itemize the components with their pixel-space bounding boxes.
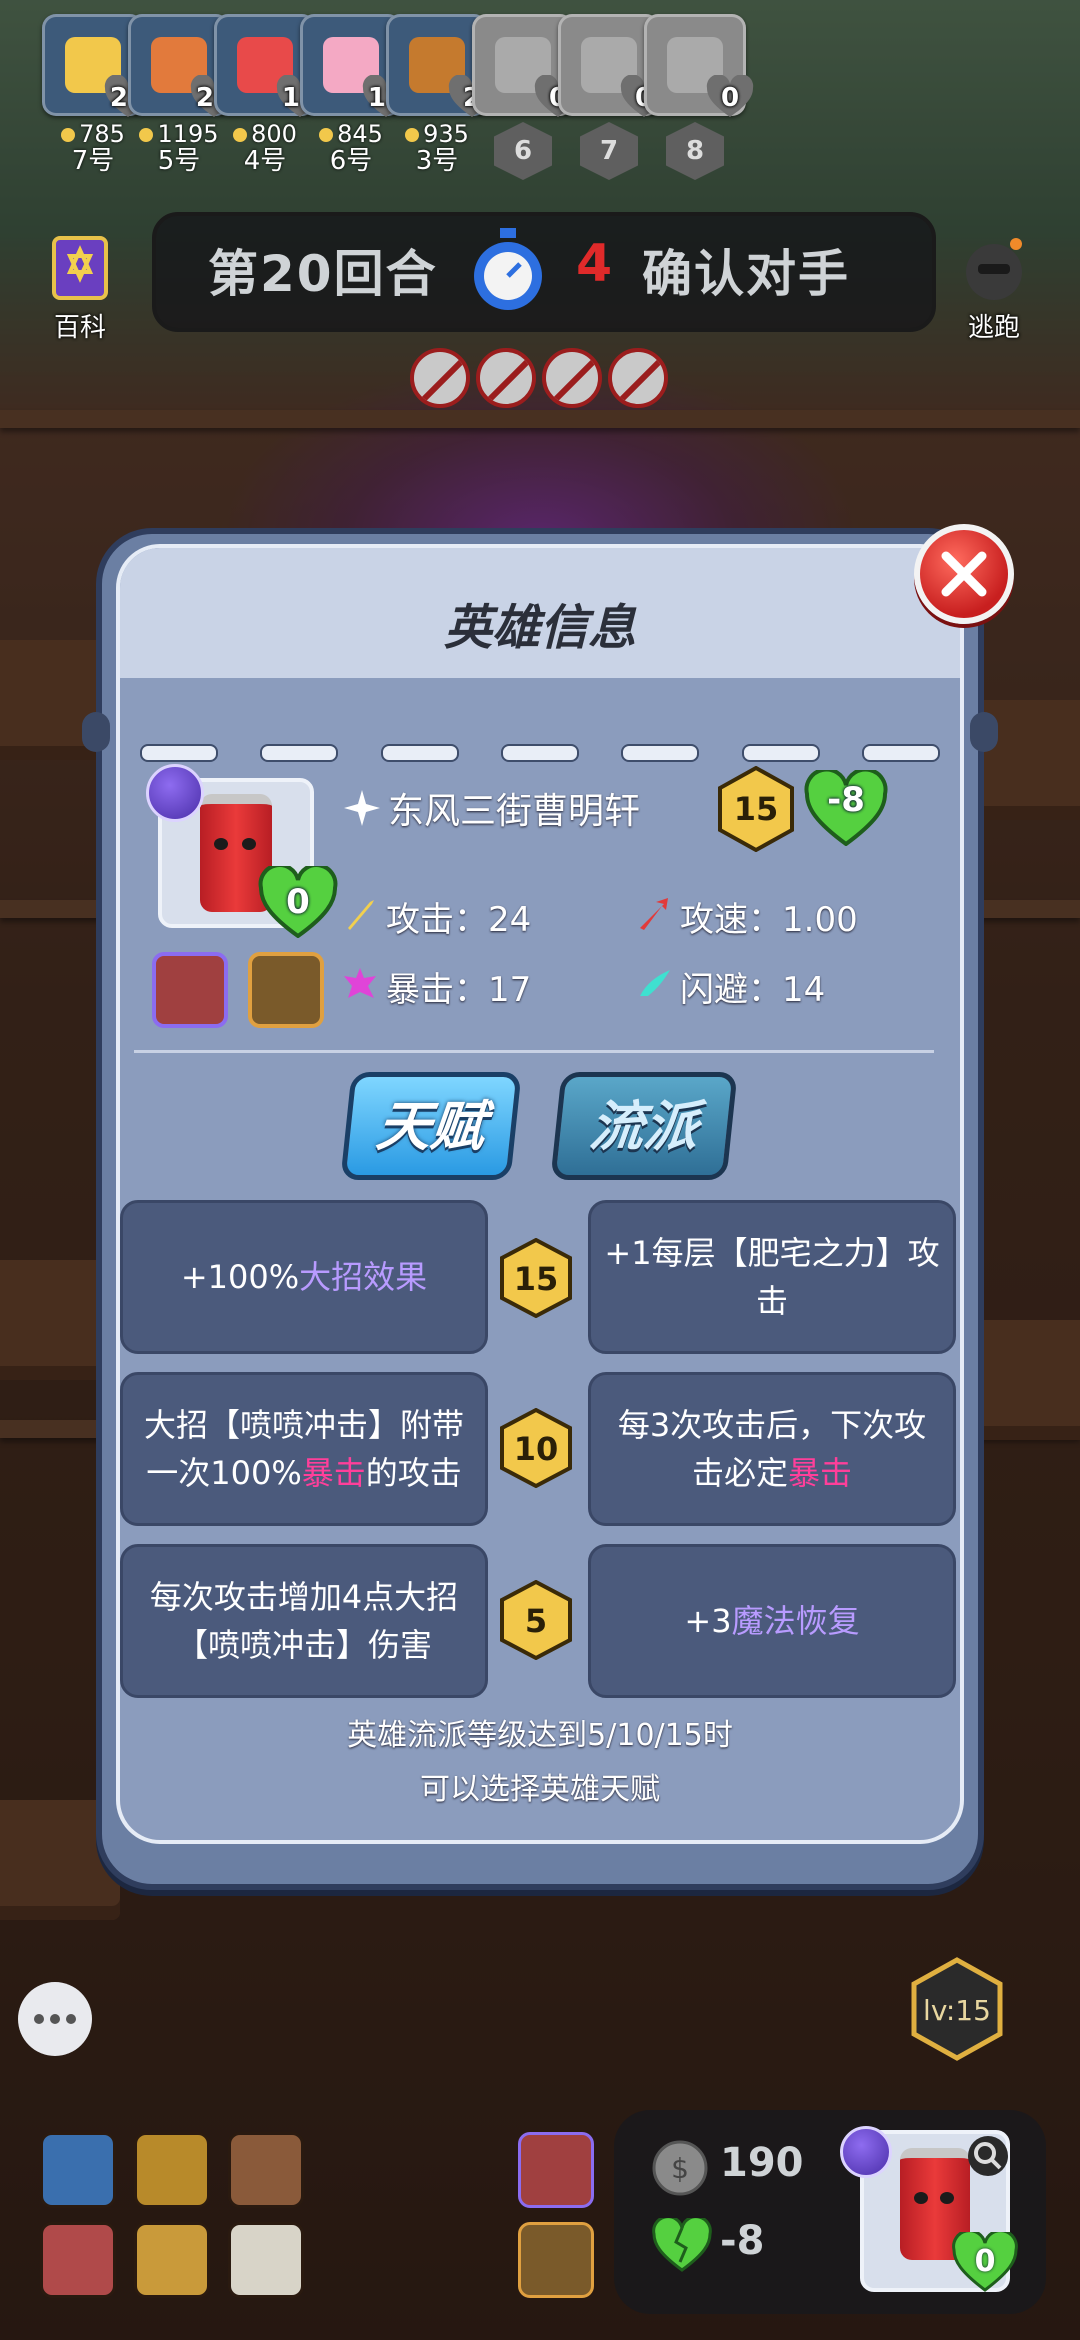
damage-heart-icon [804, 770, 888, 846]
player-hp-value: -8 [720, 2218, 765, 2264]
talent-option-right[interactable]: +3魔法恢复 [588, 1544, 956, 1698]
banned-item-icon [410, 348, 470, 408]
close-icon [941, 551, 987, 597]
shell-item-icon[interactable] [134, 2222, 210, 2298]
perforation-divider [140, 744, 940, 762]
card-hp: 0 [974, 2244, 996, 2279]
trophy-item-icon[interactable] [134, 2132, 210, 2208]
chest-item-icon[interactable] [228, 2132, 304, 2208]
rank-shield-icon: 6 [494, 122, 552, 180]
talent-note-line1: 英雄流派等级达到5/10/15时 [347, 1718, 733, 1753]
wiki-label: 百科 [53, 313, 106, 343]
rank-shield-icon: 8 [666, 122, 724, 180]
speed-arrow-icon [640, 898, 668, 930]
equipped-item-slot[interactable] [248, 952, 324, 1028]
crit-burst-icon [344, 968, 376, 998]
coin-icon: $ [652, 2140, 708, 2196]
section-divider [134, 1050, 934, 1053]
ticket-notch [970, 712, 998, 752]
tier-hex-icon [500, 1238, 572, 1318]
sparkle-icon [344, 790, 380, 826]
ticket-notch [82, 712, 110, 752]
banned-item-icon [608, 348, 668, 408]
dodge-wing-icon [640, 970, 670, 996]
player-slot-eliminated[interactable]: 0 8 [640, 14, 754, 204]
hourglass-item-icon[interactable] [40, 2132, 116, 2208]
tab-talent[interactable]: 天赋 [340, 1072, 522, 1180]
banned-item-icon [476, 348, 536, 408]
equipped-item-slot[interactable] [152, 952, 228, 1028]
bench-item-slot[interactable] [518, 2222, 594, 2298]
talent-option-right[interactable]: 每3次攻击后，下次攻击必定暴击 [588, 1372, 956, 1526]
tier-hex-icon [500, 1408, 572, 1488]
flame-item-icon[interactable] [40, 2222, 116, 2298]
round-status-bar: 第20回合 4 确认对手 [152, 212, 936, 332]
bomb-icon [966, 238, 1022, 300]
player-list: 27 785 7号 20 1195 5号 18 800 4号 12 845 6号 [38, 14, 1048, 204]
sword-icon [348, 900, 374, 930]
player-avatar: 0 [644, 14, 754, 117]
escape-label: 逃跑 [967, 313, 1020, 343]
tab-school[interactable]: 流派 [550, 1072, 738, 1180]
talent-note-line2: 可以选择英雄天赋 [420, 1772, 660, 1807]
level-badge-icon [911, 1957, 1003, 2061]
talent-option-left[interactable]: 每次攻击增加4点大招【喷喷冲击】伤害 [120, 1544, 488, 1698]
round-timer: 4 [576, 234, 613, 294]
rank-shield-icon: 7 [580, 122, 638, 180]
wiki-button[interactable]: 百科 [30, 232, 130, 343]
talent-option-left[interactable]: +100%大招效果 [120, 1200, 488, 1354]
bench-item-slot[interactable] [518, 2132, 594, 2208]
confirm-opponent-label: 确认对手 [642, 245, 850, 303]
broken-heart-icon [652, 2218, 712, 2272]
talent-option-left[interactable]: 大招【喷喷冲击】附带一次100%暴击的攻击 [120, 1372, 488, 1526]
close-button[interactable] [914, 524, 1014, 624]
rice-ball-item-icon[interactable] [228, 2222, 304, 2298]
hp-heart-icon [706, 75, 754, 117]
level-hex-icon [718, 766, 794, 852]
chat-button[interactable] [18, 1982, 92, 2056]
hero-class-badge-icon [840, 2126, 892, 2178]
talent-option-right[interactable]: +1每层【肥宅之力】攻击 [588, 1200, 956, 1354]
modal-title: 英雄信息 [443, 600, 636, 656]
hero-hp-heart-icon [258, 866, 338, 938]
banned-item-icon [542, 348, 602, 408]
round-label: 第20回合 [208, 245, 438, 303]
tier-hex-icon [500, 1580, 572, 1660]
stopwatch-icon [474, 228, 542, 310]
player-coins-value: 190 [720, 2140, 804, 2186]
hero-class-badge-icon [146, 764, 204, 822]
svg-text:$: $ [671, 2152, 689, 2185]
book-icon [52, 236, 108, 300]
escape-button[interactable]: 逃跑 [944, 232, 1044, 343]
hero-name: 东风三街曹明轩 [388, 791, 641, 832]
search-icon[interactable] [966, 2134, 1010, 2178]
